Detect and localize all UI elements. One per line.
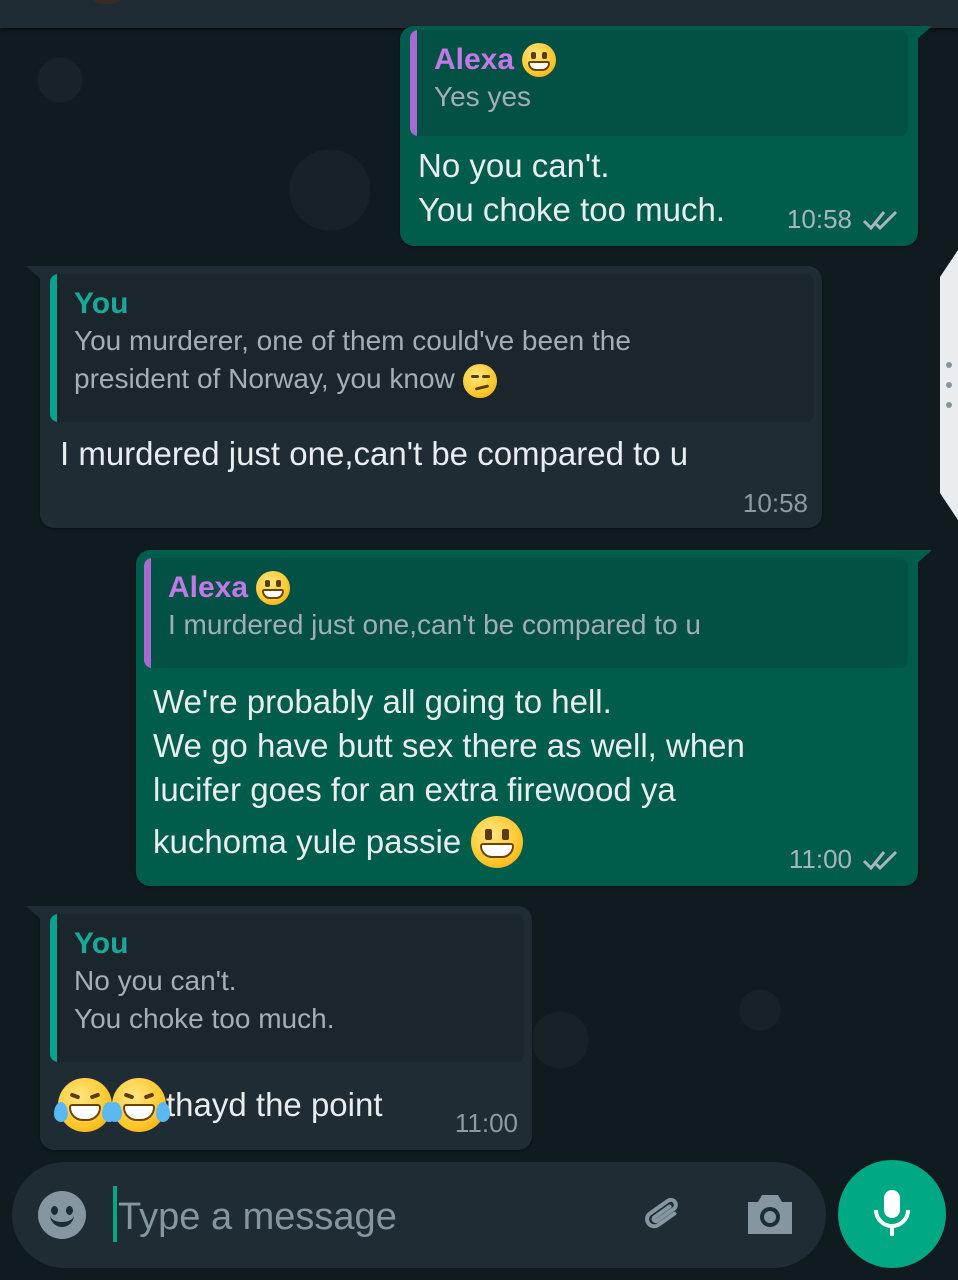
quote-author: You [74, 927, 129, 960]
double-check-icon [862, 210, 898, 230]
message-bubble-outgoing[interactable]: Alexa Yes yes No you can't. You choke to… [400, 26, 932, 246]
message-meta: 11:00 [789, 844, 902, 875]
quoted-message[interactable]: You No you can't. You choke too much. [50, 914, 524, 1062]
message-text: I murdered just one,can't be compared to… [60, 435, 689, 472]
mic-button[interactable] [838, 1160, 946, 1268]
quote-text: No you can't. You choke too much. [74, 965, 335, 1034]
smirking-face-icon [462, 363, 497, 398]
quote-author: Alexa [434, 42, 892, 78]
handle-dot [946, 362, 952, 368]
message-time: 11:00 [454, 1108, 518, 1138]
grinning-face-icon [256, 571, 291, 605]
message-text: No you can't. You choke too much. [418, 147, 725, 228]
message-time: 10:58 [786, 204, 852, 234]
message-composer [12, 1162, 826, 1268]
message-time: 10:58 [742, 488, 808, 518]
handle-dot [946, 382, 952, 388]
quote-author: You [74, 287, 129, 320]
message-text-last-line: kuchoma yule passie [153, 816, 524, 868]
quote-text: You murderer, one of them could've been … [74, 322, 798, 398]
quoted-message[interactable]: You You murderer, one of them could've b… [50, 274, 814, 422]
quote-author: Alexa [168, 570, 892, 606]
message-meta: 10:58 [787, 204, 902, 235]
message-bubble-incoming[interactable]: You No you can't. You choke too much. th… [26, 906, 532, 1150]
quote-text: I murdered just one,can't be compared to… [168, 609, 701, 640]
tears-of-joy-icon [108, 1078, 170, 1132]
emoji-icon[interactable] [38, 1191, 86, 1239]
tears-of-joy-icon [54, 1078, 116, 1132]
scroll-handle[interactable] [940, 250, 958, 520]
grinning-face-icon [522, 43, 557, 77]
message-bubble-incoming[interactable]: You You murderer, one of them could've b… [26, 266, 822, 528]
mic-icon [874, 1190, 910, 1236]
quoted-message[interactable]: Alexa I murdered just one,can't be compa… [144, 558, 908, 668]
grinning-face-icon [471, 816, 524, 868]
paperclip-icon[interactable] [640, 1190, 690, 1240]
chat-header [0, 0, 958, 28]
double-check-icon [862, 850, 898, 870]
message-text: thayd the point [54, 1078, 383, 1132]
quoted-message[interactable]: Alexa Yes yes [410, 30, 908, 136]
quote-text: Yes yes [434, 81, 532, 112]
message-text: We're probably all going to hell. We go … [153, 683, 745, 808]
message-input[interactable] [116, 1190, 620, 1244]
avatar[interactable] [88, 0, 124, 4]
message-time: 11:00 [788, 844, 852, 874]
handle-dot [946, 402, 952, 408]
camera-icon[interactable] [744, 1190, 796, 1238]
message-bubble-outgoing[interactable]: Alexa I murdered just one,can't be compa… [136, 550, 932, 886]
